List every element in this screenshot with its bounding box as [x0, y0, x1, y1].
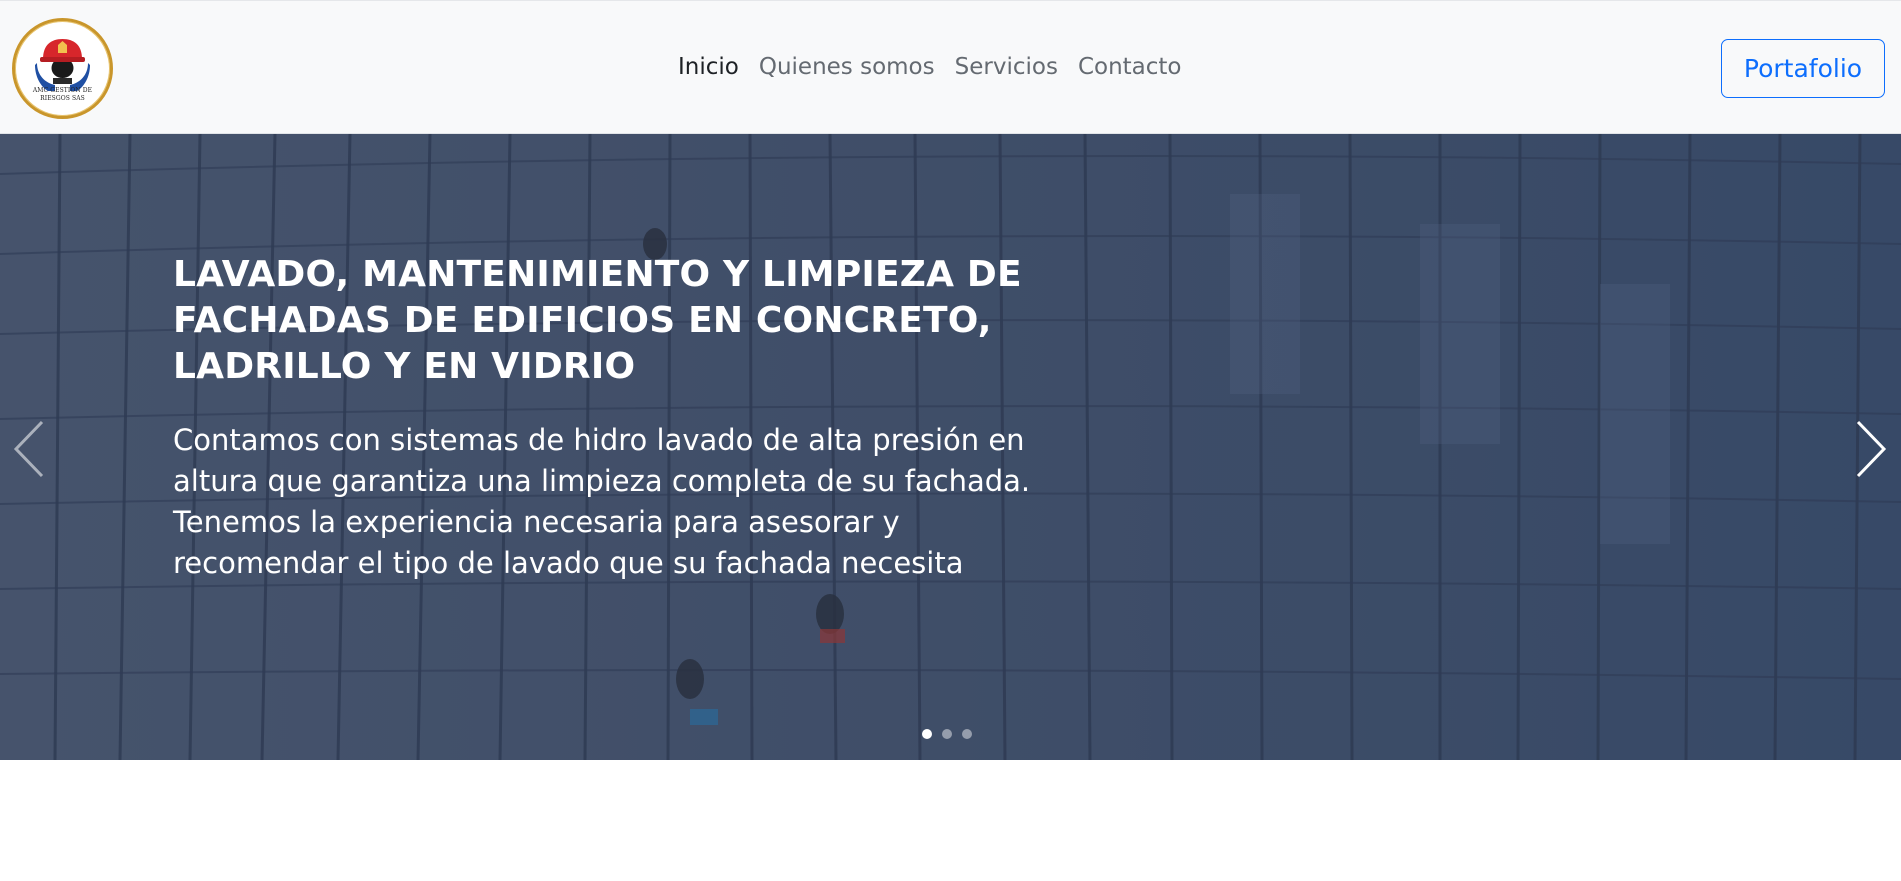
logo-text: AMC GESTION DE RIESGOS SAS: [32, 87, 93, 102]
carousel-indicator-3[interactable]: [962, 729, 972, 739]
slide-caption: LAVADO, MANTENIMIENTO Y LIMPIEZA DE FACH…: [173, 252, 1073, 584]
carousel-prev-button[interactable]: [2, 414, 62, 484]
nav-item-contacto[interactable]: Contacto: [1068, 51, 1192, 83]
chevron-left-icon: [13, 420, 44, 478]
carousel-indicators: [922, 729, 972, 739]
slide-text: Contamos con sistemas de hidro lavado de…: [173, 423, 1031, 580]
slide-title: LAVADO, MANTENIMIENTO Y LIMPIEZA DE FACH…: [173, 254, 1022, 387]
main-nav: Inicio Quienes somos Servicios Contacto: [668, 51, 1192, 83]
nav-item-inicio[interactable]: Inicio: [668, 51, 749, 83]
carousel-indicator-1[interactable]: [922, 729, 932, 739]
chevron-right-icon: [1856, 420, 1887, 478]
navbar: AMC GESTION DE RIESGOS SAS Inicio Quiene…: [0, 0, 1901, 134]
company-logo[interactable]: AMC GESTION DE RIESGOS SAS: [12, 18, 113, 119]
carousel-indicator-2[interactable]: [942, 729, 952, 739]
carousel-next-button[interactable]: [1838, 414, 1898, 484]
nav-item-quienes-somos[interactable]: Quienes somos: [749, 51, 945, 83]
nav-item-servicios[interactable]: Servicios: [945, 51, 1068, 83]
hero-carousel: LAVADO, MANTENIMIENTO Y LIMPIEZA DE FACH…: [0, 134, 1901, 760]
portfolio-button[interactable]: Portafolio: [1721, 39, 1885, 98]
